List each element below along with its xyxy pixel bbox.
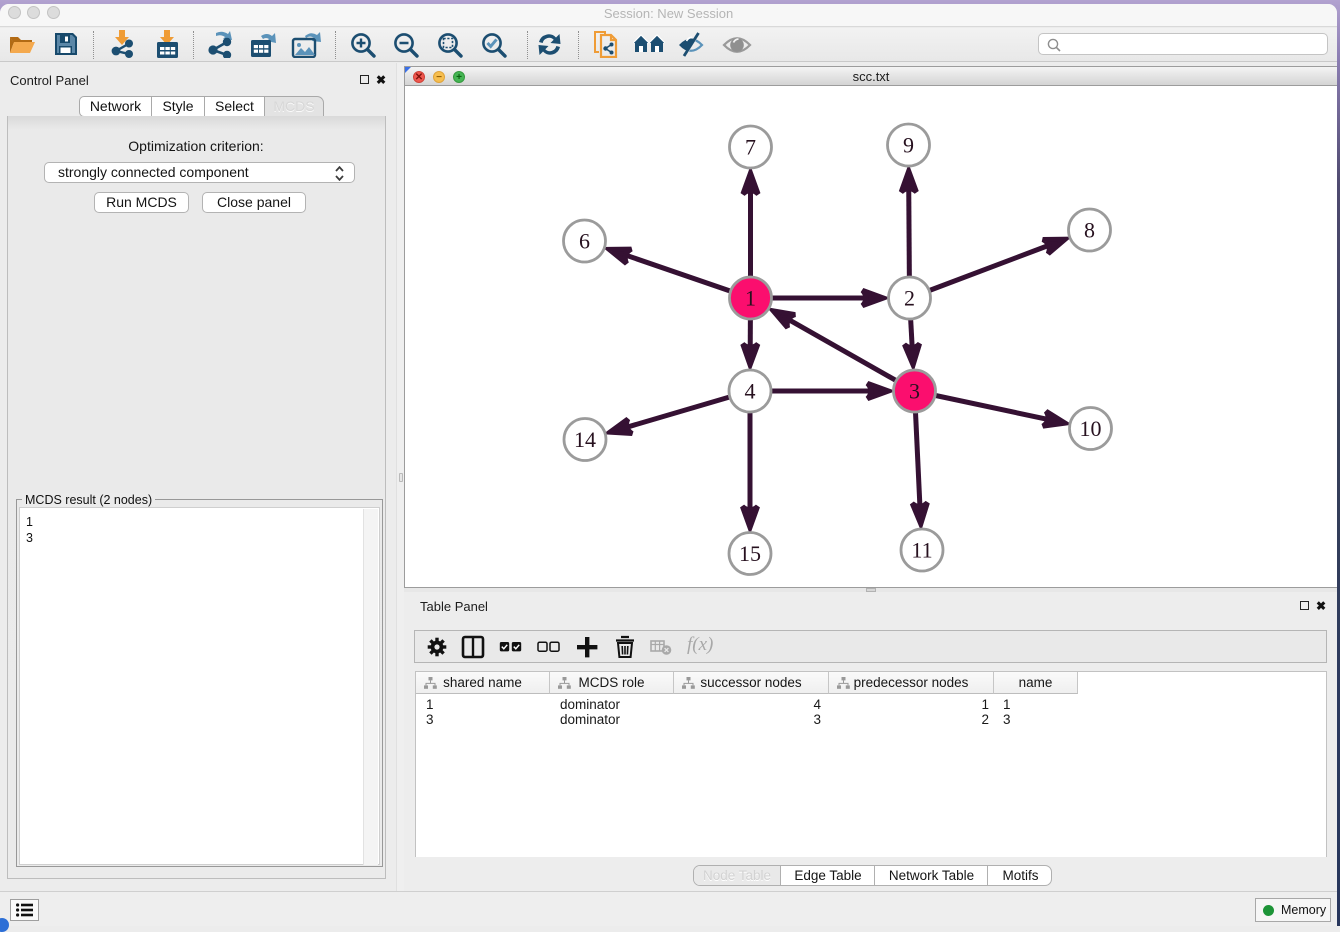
svg-text:15: 15 bbox=[739, 541, 761, 566]
svg-text:1: 1 bbox=[745, 286, 756, 311]
svg-text:6: 6 bbox=[579, 229, 590, 254]
svg-text:9: 9 bbox=[903, 133, 914, 158]
svg-text:8: 8 bbox=[1084, 218, 1095, 243]
svg-text:14: 14 bbox=[574, 427, 596, 452]
svg-text:3: 3 bbox=[909, 379, 920, 404]
svg-text:4: 4 bbox=[745, 379, 756, 404]
svg-text:10: 10 bbox=[1080, 416, 1102, 441]
svg-text:11: 11 bbox=[911, 538, 932, 563]
svg-text:2: 2 bbox=[904, 286, 915, 311]
svg-text:7: 7 bbox=[745, 135, 756, 160]
